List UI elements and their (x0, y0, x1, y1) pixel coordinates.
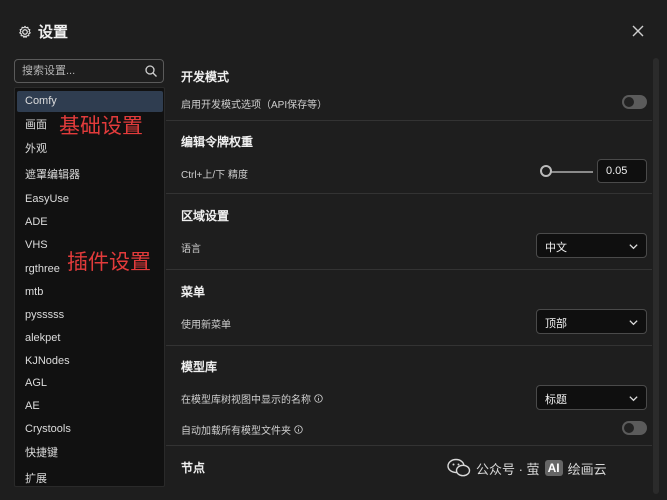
section-title-node: 节点 (181, 461, 206, 475)
close-icon[interactable] (631, 24, 645, 38)
search-icon[interactable] (144, 64, 158, 78)
settings-sidebar: Comfy 画面 外观 遮罩编辑器 EasyUse ADE VHS rgthre… (14, 87, 165, 487)
sidebar-item-agl[interactable]: AGL (17, 373, 163, 394)
dialog-header: 设置 (0, 0, 667, 58)
watermark-text: 公众号 · 萤 (476, 461, 540, 477)
chevron-down-icon (629, 396, 638, 402)
autoload-models-toggle[interactable] (622, 421, 647, 435)
sidebar-item-mtb[interactable]: mtb (17, 282, 163, 303)
model-name-display-label-text: 在模型库树视图中显示的名称 (181, 395, 311, 406)
precision-slider-thumb[interactable] (540, 165, 552, 177)
sidebar-item-ae[interactable]: AE (17, 396, 163, 417)
language-select-value: 中文 (545, 242, 567, 254)
watermark-text-suffix: 绘画云 (567, 461, 607, 477)
dev-mode-label: 启用开发模式选项（API保存等） (181, 96, 327, 111)
language-select[interactable]: 中文 (536, 233, 647, 258)
token-precision-label-text: Ctrl+上/下 精度 (181, 170, 248, 181)
watermark-ai-badge: AI (544, 460, 563, 476)
section-title-model-library: 模型库 (181, 360, 218, 374)
precision-input[interactable]: 0.05 (597, 159, 647, 183)
token-precision-label: Ctrl+上/下 精度 (181, 166, 248, 181)
divider (166, 345, 652, 346)
sidebar-item-ade[interactable]: ADE (17, 212, 163, 233)
info-icon[interactable] (294, 425, 303, 434)
section-title-token-weight: 编辑令牌权重 (181, 135, 254, 149)
section-title-menu: 菜单 (181, 285, 206, 299)
divider (166, 120, 652, 121)
model-name-display-value: 标题 (545, 394, 567, 406)
language-label: 语言 (181, 240, 201, 255)
info-icon[interactable] (314, 394, 323, 403)
gear-icon (19, 25, 31, 38)
precision-slider-track[interactable] (546, 171, 593, 173)
model-name-display-select[interactable]: 标题 (536, 385, 647, 410)
new-menu-select[interactable]: 顶部 (536, 309, 647, 334)
settings-content: 开发模式 启用开发模式选项（API保存等） 编辑令牌权重 Ctrl+上/下 精度… (166, 58, 652, 500)
sidebar-item-vhs[interactable]: VHS (17, 235, 163, 256)
sidebar-item-alekpet[interactable]: alekpet (17, 328, 163, 349)
sidebar-item-easyuse[interactable]: EasyUse (17, 189, 163, 210)
sidebar-item-crystools[interactable]: Crystools (17, 419, 163, 440)
sidebar-item-appearance[interactable]: 外观 (17, 139, 163, 160)
sidebar-item-pysssss[interactable]: pysssss (17, 305, 163, 326)
section-title-locale: 区域设置 (181, 209, 230, 223)
chevron-down-icon (629, 244, 638, 250)
search-input[interactable] (22, 63, 140, 79)
autoload-models-label: 自动加载所有模型文件夹 (181, 422, 303, 437)
content-scrollbar[interactable] (653, 58, 659, 494)
sidebar-item-canvas[interactable]: 画面 (17, 115, 163, 136)
sidebar-item-comfy[interactable]: Comfy (17, 91, 163, 112)
settings-dialog: 设置 Comfy 画面 外观 遮罩编辑器 EasyUse ADE VHS rgt… (0, 0, 667, 500)
title-group: 设置 (18, 21, 68, 42)
divider (166, 269, 652, 270)
sidebar-item-rgthree[interactable]: rgthree (17, 259, 163, 280)
dev-mode-toggle[interactable] (622, 95, 647, 109)
sidebar-item-mask-editor[interactable]: 遮罩编辑器 (17, 165, 163, 186)
model-name-display-label: 在模型库树视图中显示的名称 (181, 391, 323, 406)
divider (166, 445, 652, 446)
new-menu-label-text: 使用新菜单 (181, 320, 231, 331)
chevron-down-icon (629, 320, 638, 326)
autoload-models-label-text: 自动加载所有模型文件夹 (181, 426, 291, 437)
dev-mode-label-text: 启用开发模式选项（API保存等） (181, 100, 328, 111)
section-title-dev-mode: 开发模式 (181, 70, 230, 84)
sidebar-item-keybindings[interactable]: 快捷键 (17, 443, 163, 464)
language-label-text: 语言 (181, 244, 201, 255)
wechat-icon (447, 458, 471, 477)
new-menu-label: 使用新菜单 (181, 316, 231, 331)
dialog-title: 设置 (38, 24, 69, 41)
search-box (14, 59, 164, 83)
divider (166, 193, 652, 194)
sidebar-item-kjnodes[interactable]: KJNodes (17, 351, 163, 372)
watermark: 公众号 · 萤 AI 绘画云 (447, 458, 607, 478)
sidebar-item-extensions[interactable]: 扩展 (17, 469, 163, 486)
new-menu-select-value: 顶部 (545, 318, 567, 330)
